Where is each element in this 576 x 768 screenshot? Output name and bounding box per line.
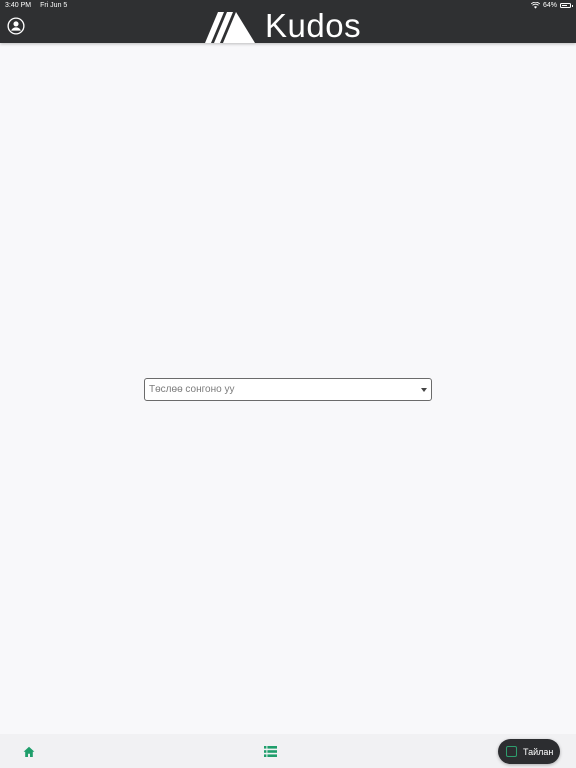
wifi-icon — [530, 2, 540, 9]
project-select-placeholder: Төслөө сонгоно уу — [149, 384, 235, 395]
app-name: Kudos — [265, 7, 362, 44]
status-time: 3:40 PM — [5, 2, 32, 9]
app-logo: Kudos — [205, 8, 361, 44]
battery-percent: 64% — [542, 2, 557, 9]
app-screen: 3:40 PM Fri Jun 5 64% Kudos Төслөө сонго… — [0, 0, 576, 768]
project-select[interactable]: Төслөө сонгоно уу — [144, 378, 432, 401]
home-icon[interactable] — [23, 746, 35, 758]
user-circle-icon[interactable] — [7, 17, 25, 35]
status-date: Fri Jun 5 — [40, 2, 68, 9]
list-icon[interactable] — [264, 746, 277, 757]
top-bar: 3:40 PM Fri Jun 5 64% Kudos — [0, 0, 576, 43]
report-button-label: Тайлан — [523, 746, 554, 757]
status-bar-right: 64% — [530, 2, 573, 9]
kudos-mountain-logo — [205, 12, 255, 43]
report-square-icon — [506, 746, 517, 757]
caret-down-icon[interactable] — [421, 388, 427, 392]
status-bar-left: 3:40 PM Fri Jun 5 — [5, 2, 67, 9]
report-button[interactable]: Тайлан — [498, 739, 560, 764]
bottom-nav: Тайлан — [0, 734, 576, 768]
battery-icon — [560, 3, 573, 8]
